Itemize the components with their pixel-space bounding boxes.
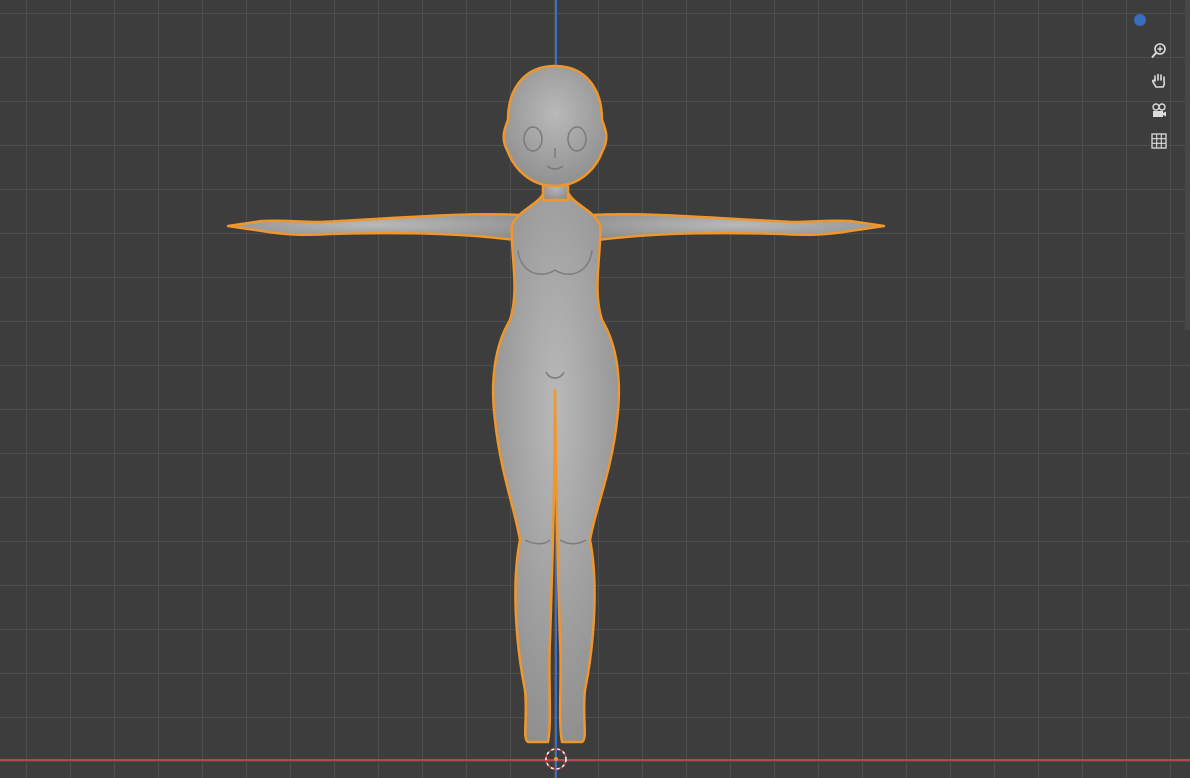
navigation-gizmo (1134, 14, 1174, 158)
mesh-outline (226, 64, 886, 744)
zoom-icon[interactable] (1146, 38, 1172, 64)
3d-viewport[interactable] (0, 0, 1190, 778)
3d-cursor[interactable] (545, 748, 567, 770)
grid-ortho-icon[interactable] (1146, 128, 1172, 154)
axis-indicator-dot[interactable] (1134, 14, 1146, 26)
character-mesh[interactable] (0, 0, 1190, 778)
camera-view-icon[interactable] (1146, 98, 1172, 124)
hand-pan-icon[interactable] (1146, 68, 1172, 94)
viewport-scrollbar[interactable] (1185, 0, 1190, 330)
